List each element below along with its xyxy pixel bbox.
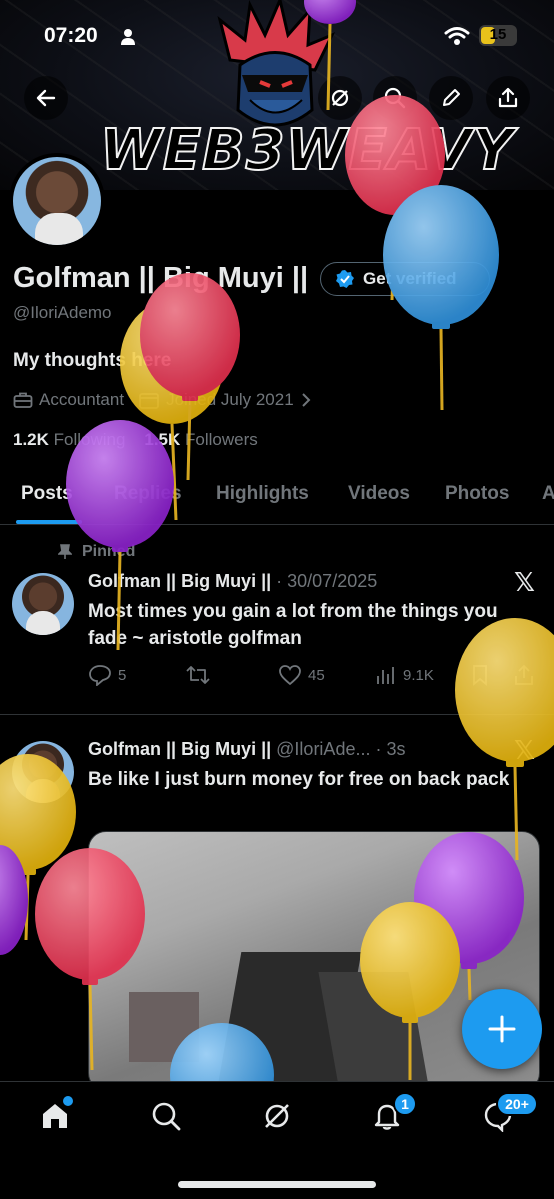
get-verified-button[interactable]: Get verified	[320, 262, 490, 296]
post-author[interactable]: Golfman || Big Muyi ||	[88, 739, 271, 759]
post-share-button[interactable]	[514, 664, 534, 686]
back-button[interactable]	[24, 76, 68, 120]
profile-avatar[interactable]	[9, 153, 105, 249]
share-button[interactable]	[486, 76, 530, 120]
views-icon	[377, 667, 394, 684]
home-indicator[interactable]	[178, 1181, 376, 1188]
profile-joined: Joined July 2021	[166, 390, 294, 409]
grok-icon	[331, 89, 349, 107]
followers-link[interactable]: 1.5K Followers	[144, 430, 257, 449]
grok-icon	[265, 1104, 289, 1128]
tab-replies[interactable]: Replies	[114, 483, 182, 505]
balloon	[0, 845, 28, 955]
like-count: 45	[308, 666, 325, 684]
following-link[interactable]: 1.2K Following	[13, 430, 130, 449]
nav-grok[interactable]	[257, 1096, 297, 1136]
nav-search[interactable]	[146, 1096, 186, 1136]
pinned-text: Pinned	[82, 543, 136, 560]
edit-button[interactable]	[429, 76, 473, 120]
view-count: 9.1K	[403, 666, 434, 684]
post-author[interactable]: Golfman || Big Muyi ||	[88, 571, 271, 591]
battery-indicator: 15	[479, 25, 517, 46]
x-logo-icon: 𝕏	[514, 736, 535, 766]
balloon	[383, 185, 499, 325]
x-logo-icon: 𝕏	[514, 568, 535, 598]
pin-icon	[58, 544, 72, 559]
followers-count: 1.5K	[144, 430, 181, 449]
status-bar: 07:20 15	[0, 22, 554, 52]
search-icon	[384, 87, 406, 109]
nav-home[interactable]	[35, 1096, 75, 1136]
bookmark-icon	[473, 665, 487, 686]
tab-posts[interactable]: Posts	[21, 483, 73, 505]
views-button[interactable]: 9.1K	[375, 664, 434, 686]
reply-button[interactable]: 5	[88, 664, 126, 686]
wifi-icon	[444, 27, 470, 45]
followers-label: Followers	[185, 430, 258, 449]
post-avatar[interactable]	[12, 741, 74, 803]
post-date: · 30/07/2025	[271, 571, 378, 591]
post-header: Golfman || Big Muyi || @IloriAde... · 3s	[88, 739, 405, 760]
active-tab-indicator	[16, 520, 82, 524]
search-icon	[152, 1102, 181, 1131]
reply-count: 5	[118, 666, 127, 684]
profile-meta: Accountant Joined July 2021	[13, 390, 312, 410]
tab-videos[interactable]: Videos	[348, 483, 410, 505]
compose-button[interactable]	[462, 989, 542, 1069]
following-label: Following	[53, 430, 126, 449]
status-time: 07:20	[44, 24, 98, 47]
like-button[interactable]: 45	[278, 664, 325, 686]
pinned-label: Pinned	[58, 543, 135, 561]
arrow-left-icon	[36, 89, 56, 107]
repost-icon	[186, 666, 210, 684]
repost-button[interactable]	[185, 664, 211, 686]
nav-messages[interactable]: 20+	[478, 1092, 538, 1136]
person-icon	[121, 29, 135, 45]
following-count: 1.2K	[13, 430, 49, 449]
plus-icon	[488, 1015, 516, 1043]
banner-logo-text: WEB3WEAVY	[99, 117, 515, 184]
post-header: Golfman || Big Muyi || · 30/07/2025	[88, 571, 377, 592]
nav-notifications[interactable]: 1	[367, 1092, 417, 1136]
calendar-icon	[139, 393, 159, 409]
pencil-icon	[443, 89, 460, 106]
tab-photos[interactable]: Photos	[445, 483, 509, 505]
grok-button[interactable]	[318, 76, 362, 120]
chevron-right-icon[interactable]	[300, 392, 312, 408]
follow-stats: 1.2K Following 1.5K Followers	[13, 430, 258, 450]
home-unread-dot	[63, 1096, 73, 1106]
profile-occupation: Accountant	[39, 390, 125, 409]
post-text: Most times you gain a lot from the thing…	[88, 601, 498, 649]
profile-name: Golfman || Big Muyi ||	[13, 262, 309, 294]
profile-handle: @IloriAdemo	[13, 303, 112, 322]
reply-icon	[89, 665, 111, 686]
post-divider	[0, 714, 554, 715]
get-verified-label: Get verified	[363, 269, 457, 288]
post-meta: @IloriAde... · 3s	[271, 739, 406, 759]
search-button[interactable]	[373, 76, 417, 120]
tab-highlights[interactable]: Highlights	[216, 483, 309, 505]
heart-icon	[279, 665, 301, 686]
bookmark-button[interactable]	[471, 664, 489, 686]
battery-level: 15	[489, 26, 507, 43]
post-avatar[interactable]	[12, 573, 74, 635]
messages-badge: 20+	[496, 1092, 538, 1116]
briefcase-icon	[13, 392, 33, 408]
verified-badge-icon	[336, 270, 354, 288]
post-text: Be like I just burn money for free on ba…	[88, 769, 510, 790]
post-actions: 5 45 9.1K	[88, 664, 538, 688]
share-icon	[498, 87, 518, 108]
profile-tabs: Posts Replies Highlights Videos Photos A	[0, 475, 554, 525]
tab-articles[interactable]: A	[542, 483, 554, 505]
share-icon	[515, 664, 533, 685]
notifications-badge: 1	[393, 1092, 417, 1116]
profile-bio: My thoughts here	[13, 350, 172, 371]
